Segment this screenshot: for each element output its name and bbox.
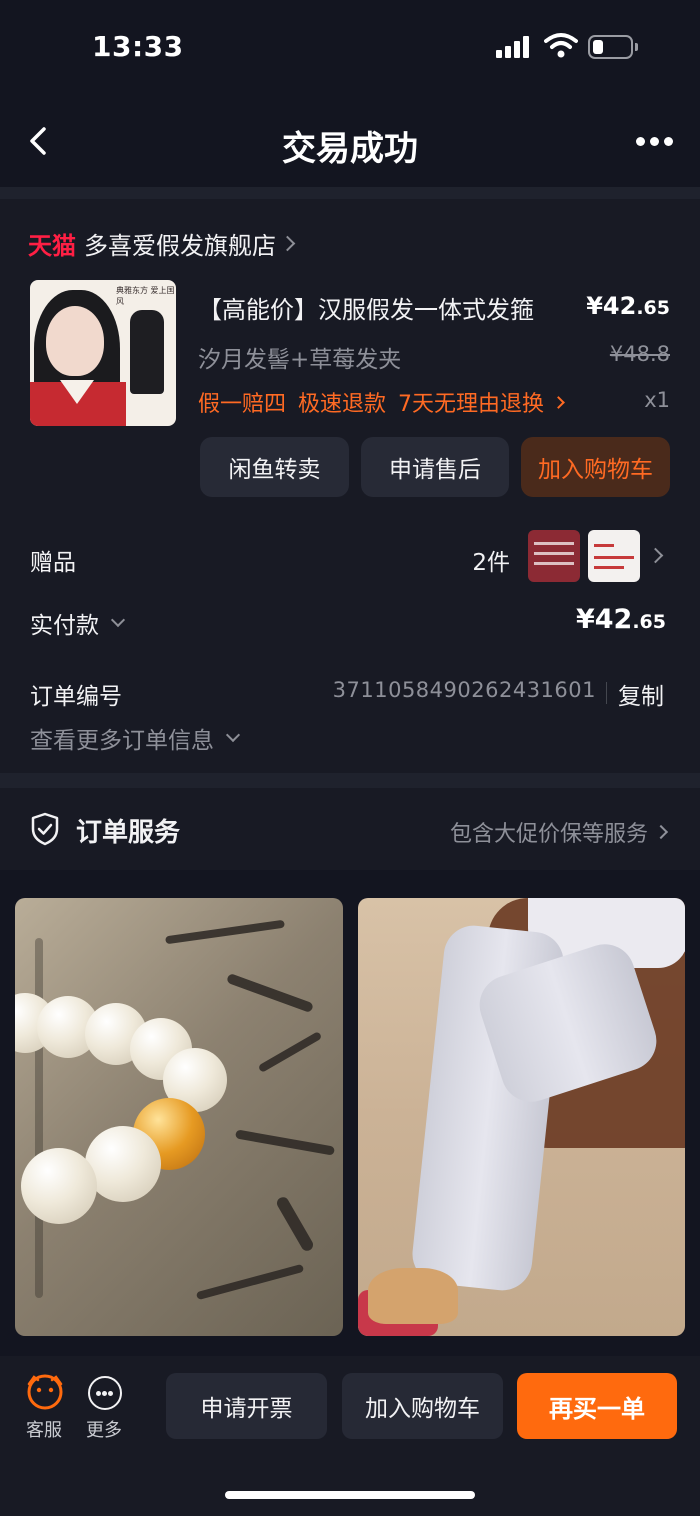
original-price: ¥48.8 bbox=[609, 342, 670, 366]
gift-thumbnail[interactable] bbox=[588, 530, 640, 582]
more-label[interactable]: 更多 bbox=[86, 1416, 122, 1442]
product-title[interactable]: 【高能价】汉服假发一体式发箍 bbox=[198, 290, 534, 325]
payment-toggle[interactable]: 实付款 bbox=[30, 606, 126, 640]
chevron-right-icon bbox=[552, 395, 565, 409]
after-sale-button[interactable]: 申请售后 bbox=[361, 437, 509, 497]
more-options-icon[interactable] bbox=[630, 135, 678, 149]
tag-7day-return: 7天无理由退换 bbox=[398, 392, 545, 417]
payment-amount: ¥42.65 bbox=[575, 604, 666, 635]
service-tags[interactable]: 假一赔四 极速退款 7天无理由退换 bbox=[198, 386, 565, 418]
payment-label: 实付款 bbox=[30, 613, 99, 639]
chevron-down-icon bbox=[225, 727, 241, 743]
tmall-logo: 天猫 bbox=[28, 231, 76, 260]
order-service-row[interactable]: 订单服务 包含大促价保等服务 bbox=[0, 788, 700, 870]
order-service-title: 订单服务 bbox=[76, 818, 181, 848]
customer-service-icon[interactable] bbox=[26, 1374, 64, 1410]
add-to-cart-button[interactable]: 加入购物车 bbox=[521, 437, 670, 497]
more-order-info-label: 查看更多订单信息 bbox=[30, 728, 214, 754]
order-number: 3711058490262431601 bbox=[332, 678, 596, 702]
tag-fast-refund: 极速退款 bbox=[298, 392, 387, 417]
signal-icon bbox=[496, 36, 532, 58]
product-quantity: x1 bbox=[644, 388, 670, 412]
battery-icon bbox=[588, 35, 638, 59]
shop-name: 多喜爱假发旗舰店 bbox=[84, 231, 276, 260]
product-price: ¥42.65 bbox=[586, 292, 670, 320]
copy-button[interactable]: 复制 bbox=[618, 677, 664, 711]
more-order-info-toggle[interactable]: 查看更多订单信息 bbox=[30, 721, 241, 755]
status-time: 13:33 bbox=[92, 30, 184, 63]
gift-count[interactable]: 2件 bbox=[472, 543, 510, 577]
product-sku: 汐月发髻+草莓发夹 bbox=[198, 347, 402, 373]
bottom-add-to-cart-button[interactable]: 加入购物车 bbox=[342, 1373, 503, 1439]
divider bbox=[0, 187, 700, 199]
resell-button[interactable]: 闲鱼转卖 bbox=[200, 437, 349, 497]
thumbnail-caption: 典雅东方 爱上国风 bbox=[116, 286, 175, 306]
customer-service-label[interactable]: 客服 bbox=[26, 1416, 62, 1442]
gift-label: 赠品 bbox=[30, 550, 76, 576]
tag-fake-compensation: 假一赔四 bbox=[198, 392, 287, 417]
product-thumbnail[interactable]: 典雅东方 爱上国风 bbox=[30, 280, 176, 426]
shop-link[interactable]: 天猫 多喜爱假发旗舰店 bbox=[28, 226, 296, 260]
order-service-summary-text: 包含大促价保等服务 bbox=[449, 822, 648, 847]
bottom-bar: 客服 更多 申请开票 加入购物车 再买一单 bbox=[0, 1356, 700, 1516]
wifi-icon bbox=[544, 33, 578, 58]
chevron-right-icon bbox=[653, 824, 669, 840]
nav-bar: 交易成功 bbox=[0, 95, 700, 187]
shield-icon bbox=[31, 812, 59, 846]
more-icon[interactable] bbox=[88, 1376, 122, 1410]
chevron-down-icon bbox=[110, 612, 126, 628]
gift-thumbnail[interactable] bbox=[528, 530, 580, 582]
order-service-summary[interactable]: 包含大促价保等服务 bbox=[449, 816, 669, 848]
divider bbox=[0, 773, 700, 788]
status-bar: 13:33 bbox=[0, 0, 700, 95]
buy-again-button[interactable]: 再买一单 bbox=[517, 1373, 677, 1439]
invoice-button[interactable]: 申请开票 bbox=[166, 1373, 327, 1439]
page-title: 交易成功 bbox=[282, 129, 418, 169]
order-number-label: 订单编号 bbox=[30, 684, 122, 710]
recommendation-card-pants[interactable] bbox=[358, 898, 685, 1336]
divider bbox=[606, 682, 607, 704]
recommendation-card-bracelet[interactable] bbox=[15, 898, 343, 1336]
chevron-right-icon bbox=[279, 235, 296, 251]
home-indicator[interactable] bbox=[225, 1491, 475, 1499]
